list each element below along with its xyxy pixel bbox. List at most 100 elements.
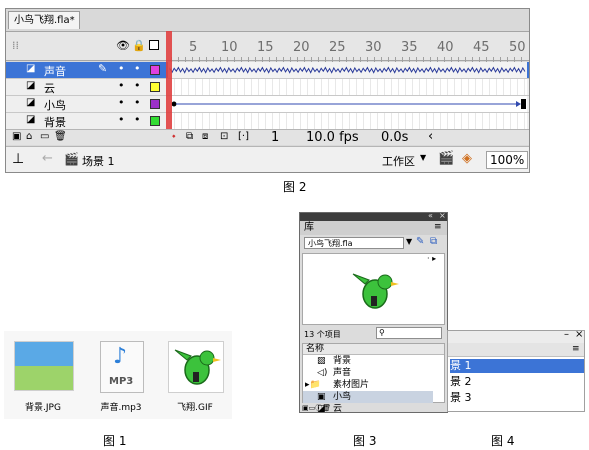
clapper-icon: 🎬 bbox=[64, 152, 79, 166]
file-item[interactable]: 背景.JPG bbox=[10, 335, 76, 415]
minimize-icon[interactable]: – bbox=[564, 329, 569, 340]
pencil-icon: ✎ bbox=[98, 62, 108, 75]
frame-rate[interactable]: 10.0 fps bbox=[306, 130, 359, 145]
layer-name[interactable]: 小鸟 bbox=[44, 97, 66, 113]
edit-scene-icon[interactable]: 🎬 bbox=[438, 151, 454, 166]
back-arrow-icon[interactable]: ← bbox=[42, 151, 53, 166]
layer-row[interactable]: ◪ 声音 ✎ • • bbox=[6, 62, 529, 79]
lock-dot[interactable]: • bbox=[134, 62, 141, 75]
scene-item[interactable]: 景 3 bbox=[450, 391, 584, 405]
layer-row[interactable]: ◪ 小鸟 • • bbox=[6, 96, 529, 113]
file-name: 飞翔.GIF bbox=[177, 403, 213, 413]
scene-item[interactable]: 景 1 bbox=[450, 359, 584, 373]
outline-color-swatch[interactable] bbox=[150, 99, 160, 109]
layer-name[interactable]: 声音 bbox=[44, 63, 66, 79]
library-item[interactable]: ▨ 背景 bbox=[303, 355, 433, 367]
visibility-dot[interactable]: • bbox=[118, 113, 125, 126]
preview-controls-icon[interactable]: · ▸ bbox=[427, 254, 436, 263]
timeline-toggle-icon[interactable]: ⊥ bbox=[12, 151, 24, 167]
close-icon[interactable]: × bbox=[575, 329, 583, 340]
scene-breadcrumb[interactable]: 场景 1 bbox=[82, 153, 115, 169]
visibility-dot[interactable]: • bbox=[118, 79, 125, 92]
layer-frames[interactable] bbox=[168, 62, 527, 78]
mp3-badge: MP3 bbox=[109, 376, 134, 387]
column-header-name[interactable]: 名称 bbox=[303, 344, 444, 355]
new-folder-icon[interactable]: ⌂ bbox=[26, 131, 32, 142]
library-item[interactable]: ▣ 小鸟 bbox=[303, 391, 433, 403]
layer-name[interactable]: 背景 bbox=[44, 114, 66, 130]
delete-icon[interactable]: 🗑 bbox=[54, 131, 67, 142]
edit-multiple-frames-icon[interactable]: ⊡ bbox=[220, 131, 228, 142]
ruler-tick: 30 bbox=[365, 40, 382, 55]
library-item[interactable]: ▸📁 素材图片 bbox=[303, 379, 433, 391]
search-icon: ⚲ bbox=[379, 328, 385, 337]
edit-symbol-icon[interactable]: ◈ bbox=[462, 151, 472, 166]
delete-icon[interactable]: 🗑 bbox=[322, 404, 331, 412]
sound-icon: ◁) bbox=[317, 368, 328, 378]
scene-list: 景 1 景 2 景 3 bbox=[448, 359, 584, 411]
motion-tween bbox=[171, 99, 526, 109]
library-item-name: 素材图片 bbox=[333, 380, 370, 390]
folder-icon[interactable]: ▭ bbox=[40, 131, 49, 142]
onion-outline-icon[interactable]: ⧈ bbox=[202, 131, 208, 142]
lock-icon[interactable]: 🔒 bbox=[132, 39, 146, 52]
folder-icon: ▸📁 bbox=[305, 380, 321, 390]
layer-row[interactable]: ◪ 云 • • bbox=[6, 79, 529, 96]
pin-icon[interactable]: ✎ bbox=[416, 236, 424, 247]
music-note-icon: ♪ bbox=[113, 344, 128, 369]
file-item[interactable]: 飞翔.GIF bbox=[162, 335, 228, 415]
lock-dot[interactable]: • bbox=[134, 96, 141, 109]
library-document-select[interactable]: 小鸟飞翔.fla bbox=[304, 237, 404, 249]
outline-color-swatch[interactable] bbox=[150, 82, 160, 92]
close-icon[interactable]: × bbox=[439, 211, 446, 220]
new-symbol-icon[interactable]: ▣ bbox=[302, 404, 309, 412]
library-item[interactable]: ◁) 声音 bbox=[303, 367, 433, 379]
outline-icon[interactable] bbox=[149, 40, 159, 50]
layer-frames[interactable] bbox=[168, 79, 527, 95]
outline-color-swatch[interactable] bbox=[150, 65, 160, 75]
chevron-down-icon[interactable]: ▼ bbox=[420, 153, 426, 162]
landscape-thumbnail-icon bbox=[14, 341, 74, 391]
panel-top-bar: – × bbox=[448, 329, 584, 343]
panel-menu-icon[interactable]: ≡ bbox=[434, 222, 442, 232]
chevron-down-icon[interactable]: ▼ bbox=[406, 237, 412, 246]
timeline-header: ⁞⁞ 👁 🔒 5 10 15 20 25 30 35 40 45 50 bbox=[6, 31, 529, 62]
layer-name[interactable]: 云 bbox=[44, 80, 55, 96]
onion-markers-icon[interactable]: [·] bbox=[238, 131, 249, 142]
zoom-field[interactable]: 100% bbox=[486, 151, 528, 169]
library-toolbar: ▣▭ⓘ🗑 bbox=[302, 404, 445, 412]
onion-skin-icon[interactable]: ⧉ bbox=[186, 131, 193, 142]
document-tab[interactable]: 小鸟飞翔.fla* bbox=[8, 11, 80, 29]
layer-frames[interactable] bbox=[168, 96, 527, 112]
new-library-icon[interactable]: ⧉ bbox=[430, 236, 437, 247]
scene-item[interactable]: 景 2 bbox=[450, 375, 584, 389]
library-item-name: 声音 bbox=[333, 368, 352, 378]
ruler-tick: 10 bbox=[221, 40, 238, 55]
layer-frames[interactable] bbox=[168, 113, 527, 129]
symbol-preview: · ▸ bbox=[302, 253, 445, 325]
ruler-tick: 20 bbox=[293, 40, 310, 55]
library-rows: ▨ 背景 ◁) 声音 ▸📁 素材图片 ▣ 小鸟 ◪ 云 bbox=[303, 355, 444, 414]
eye-icon[interactable]: 👁 bbox=[116, 39, 130, 52]
new-layer-icon[interactable]: ▣ bbox=[12, 131, 21, 142]
file-item[interactable]: ♪ MP3 声音.mp3 bbox=[88, 335, 154, 415]
zoom-value: 100% bbox=[490, 153, 525, 167]
visibility-dot[interactable]: • bbox=[118, 96, 125, 109]
scroll-left-icon[interactable]: ‹ bbox=[428, 129, 433, 144]
lock-dot[interactable]: • bbox=[134, 79, 141, 92]
collapse-icon[interactable]: « bbox=[428, 211, 433, 220]
library-search-input[interactable]: ⚲ bbox=[376, 327, 442, 339]
playhead[interactable] bbox=[166, 31, 172, 139]
layer-row[interactable]: ◪ 背景 • • bbox=[6, 113, 529, 130]
edit-bar: ⊥ ← 🎬 场景 1 工作区 ▼ 🎬 ◈ 100% bbox=[6, 146, 529, 172]
visibility-dot[interactable]: • bbox=[118, 62, 125, 75]
frame-ruler[interactable]: 5 10 15 20 25 30 35 40 45 50 bbox=[168, 32, 528, 62]
lock-dot[interactable]: • bbox=[134, 113, 141, 126]
center-frame-icon[interactable]: ⬩ bbox=[172, 131, 176, 142]
ruler-tick: 15 bbox=[257, 40, 274, 55]
panel-menu-icon[interactable]: ≡ bbox=[572, 344, 580, 354]
workspace-menu[interactable]: 工作区 bbox=[382, 153, 415, 169]
ruler-tick: 5 bbox=[189, 40, 198, 55]
file-explorer: 背景.JPG ♪ MP3 声音.mp3 飞翔.GIF bbox=[4, 331, 232, 419]
outline-color-swatch[interactable] bbox=[150, 116, 160, 126]
